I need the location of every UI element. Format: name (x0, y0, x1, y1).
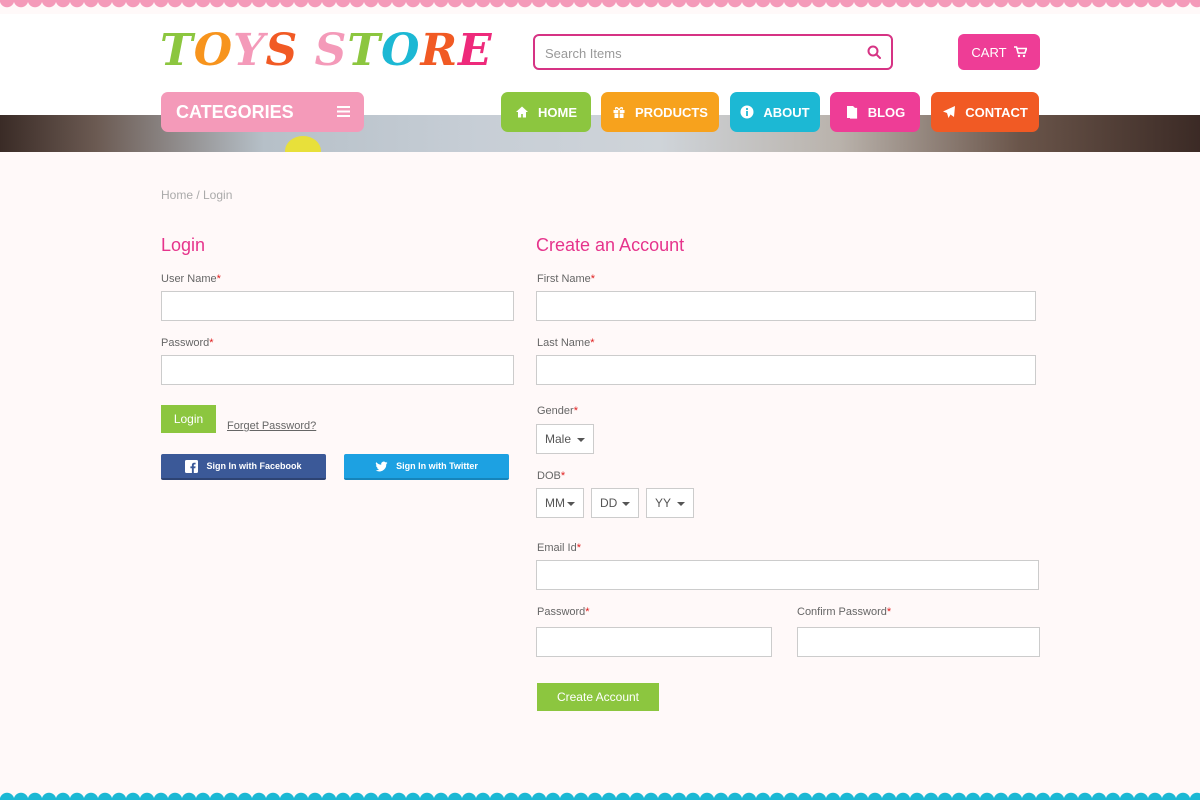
paper-plane-icon (943, 106, 956, 118)
categories-menu-button[interactable]: CATEGORIES (161, 92, 364, 132)
nav-contact[interactable]: CONTACT (931, 92, 1039, 132)
search-bar (533, 34, 893, 70)
document-icon (846, 106, 857, 119)
logo-letter: O (381, 25, 421, 76)
twitter-signin-button[interactable]: Sign In with Twitter (344, 454, 509, 480)
facebook-signin-button[interactable]: Sign In with Facebook (161, 454, 326, 480)
last-name-input[interactable] (536, 355, 1036, 385)
nav-blog-label: BLOG (867, 104, 906, 120)
gender-value: Male (545, 432, 572, 446)
confirm-password-label: Confirm Password* (797, 606, 892, 618)
twitter-icon (375, 461, 388, 471)
search-input[interactable] (545, 43, 845, 63)
nav-home[interactable]: HOME (501, 92, 591, 132)
info-icon (740, 105, 754, 119)
nav-about[interactable]: ABOUT (730, 92, 820, 132)
username-input[interactable] (161, 291, 514, 321)
cart-label: CART (971, 44, 1007, 60)
logo-letter: T (160, 25, 194, 76)
first-name-input[interactable] (536, 291, 1036, 321)
logo-letter: S (314, 25, 348, 76)
logo-letter: Y (233, 25, 266, 76)
facebook-icon (185, 459, 199, 473)
chevron-down-icon (677, 502, 685, 506)
nav-contact-label: CONTACT (965, 104, 1028, 120)
email-input[interactable] (536, 560, 1039, 590)
home-icon (516, 106, 528, 118)
confirm-password-input[interactable] (797, 627, 1040, 657)
logo-letter: T (347, 25, 382, 76)
twitter-button-label: Sign In with Twitter (396, 461, 478, 471)
register-password-input[interactable] (536, 627, 772, 657)
dob-month-select[interactable]: MM (536, 488, 584, 518)
dob-day-value: DD (600, 496, 618, 510)
hamburger-menu-icon (337, 106, 350, 117)
chevron-down-icon (622, 502, 630, 506)
login-password-label: Password* (161, 337, 214, 349)
login-password-input[interactable] (161, 355, 514, 385)
first-name-label: First Name* (537, 273, 596, 285)
gender-label: Gender* (537, 405, 578, 417)
logo-letter: O (193, 25, 234, 76)
facebook-button-label: Sign In with Facebook (206, 461, 302, 471)
dob-label: DOB* (537, 470, 566, 482)
chevron-down-icon (577, 438, 585, 442)
create-account-title: Create an Account (536, 235, 685, 255)
login-title: Login (161, 235, 206, 255)
register-password-label: Password* (537, 606, 590, 618)
logo-letter: R (420, 25, 459, 76)
username-label: User Name* (161, 273, 221, 285)
nav-products-label: PRODUCTS (635, 104, 708, 120)
logo-letter: E (458, 25, 493, 76)
create-account-button[interactable]: Create Account (537, 683, 659, 711)
login-button[interactable]: Login (161, 405, 216, 433)
nav-about-label: ABOUT (763, 104, 810, 120)
last-name-label: Last Name* (537, 337, 595, 349)
cart-icon (1013, 46, 1027, 58)
logo-letter (298, 25, 314, 76)
search-icon[interactable] (867, 45, 881, 59)
email-label: Email Id* (537, 542, 582, 554)
store-logo[interactable]: TOYS STORE (160, 28, 493, 74)
nav-products[interactable]: PRODUCTS (601, 92, 719, 132)
dob-year-select[interactable]: YY (646, 488, 694, 518)
gift-icon (613, 107, 625, 118)
dob-month-value: MM (545, 496, 565, 510)
nav-blog[interactable]: BLOG (830, 92, 920, 132)
dob-day-select[interactable]: DD (591, 488, 639, 518)
categories-label: CATEGORIES (176, 101, 294, 122)
cart-button[interactable]: CART (958, 34, 1040, 70)
bottom-scallop-border (0, 790, 1200, 800)
gender-select[interactable]: Male (536, 424, 594, 454)
breadcrumb[interactable]: Home / Login (161, 188, 232, 202)
logo-letter: S (265, 25, 299, 76)
chevron-down-icon (567, 502, 575, 506)
nav-home-label: HOME (538, 104, 577, 120)
forget-password-link[interactable]: Forget Password? (227, 420, 316, 432)
banner-mask (270, 152, 340, 172)
dob-year-value: YY (655, 496, 672, 510)
top-scallop-border (0, 0, 1200, 14)
